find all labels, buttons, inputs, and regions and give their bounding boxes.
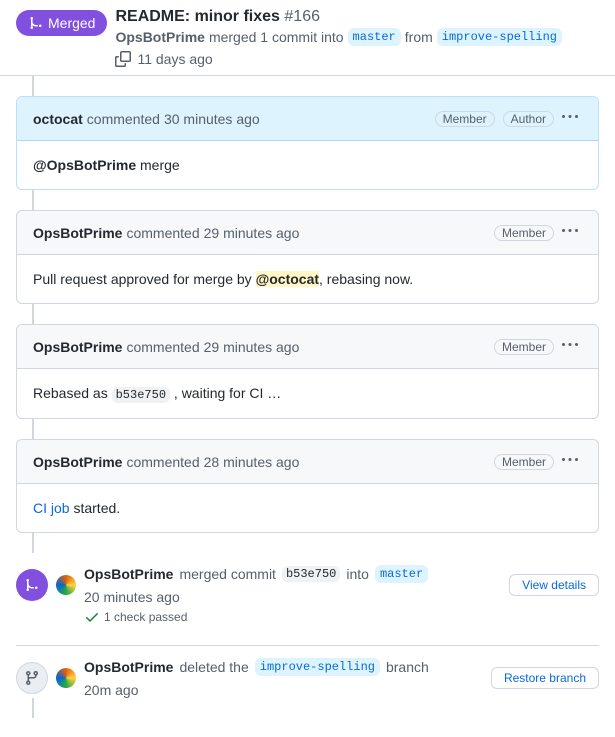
base-branch[interactable]: master <box>348 28 401 46</box>
timeline: octocat commented 30 minutes ago MemberA… <box>0 76 615 737</box>
pr-title: README: minor fixes #166 <box>115 8 599 26</box>
comment-header: octocat commented 30 minutes ago MemberA… <box>17 97 598 141</box>
restore-branch-button[interactable]: Restore branch <box>491 667 599 689</box>
kebab-icon <box>562 452 578 468</box>
comment-user[interactable]: OpsBotPrime <box>33 225 122 241</box>
comment-time[interactable]: 29 minutes ago <box>204 225 300 241</box>
comment: octocat commented 30 minutes ago MemberA… <box>16 96 599 190</box>
comment-body: @OpsBotPrime merge <box>17 141 598 189</box>
event-user[interactable]: OpsBotPrime <box>84 566 173 582</box>
commit-sha[interactable]: b53e750 <box>282 566 340 582</box>
comment-body: CI job started. <box>17 484 598 532</box>
head-branch[interactable]: improve-spelling <box>437 28 562 46</box>
merge-event: OpsBotPrime merged commit b53e750 into m… <box>16 553 599 605</box>
avatar[interactable] <box>56 575 76 595</box>
state-label: Merged <box>48 15 95 31</box>
state-badge-merged: Merged <box>16 10 107 36</box>
view-details-button[interactable]: View details <box>509 574 599 596</box>
pr-header: Merged README: minor fixes #166 OpsBotPr… <box>0 0 615 76</box>
delete-event-badge <box>16 662 48 694</box>
actor-link[interactable]: OpsBotPrime <box>115 29 204 45</box>
event-user[interactable]: OpsBotPrime <box>84 659 173 675</box>
comment-menu-button[interactable] <box>558 219 582 246</box>
comment-time[interactable]: 28 minutes ago <box>204 454 300 470</box>
comment-header: OpsBotPrime commented 29 minutes ago Mem… <box>17 325 598 369</box>
comment-user[interactable]: octocat <box>33 111 83 127</box>
comment-time[interactable]: 30 minutes ago <box>164 111 260 127</box>
avatar[interactable] <box>56 668 76 688</box>
kebab-icon <box>562 337 578 353</box>
comment: OpsBotPrime commented 29 minutes ago Mem… <box>16 210 599 304</box>
git-branch-icon <box>24 670 40 686</box>
git-merge-icon <box>28 15 44 31</box>
check-icon <box>84 609 100 625</box>
comment: OpsBotPrime commented 28 minutes ago Mem… <box>16 439 599 533</box>
git-merge-icon <box>24 577 40 593</box>
comment: OpsBotPrime commented 29 minutes ago Mem… <box>16 324 599 419</box>
role-badge: Author <box>503 111 554 127</box>
role-badge: Member <box>494 454 554 470</box>
role-badge: Member <box>494 339 554 355</box>
comment-user[interactable]: OpsBotPrime <box>33 454 122 470</box>
copy-branch-button[interactable] <box>115 50 131 67</box>
comment-body: Rebased as b53e750 , waiting for CI … <box>17 369 598 418</box>
delete-time: 20m ago <box>84 682 138 698</box>
checks-summary[interactable]: 1 check passed <box>84 609 599 625</box>
comment-header: OpsBotPrime commented 28 minutes ago Mem… <box>17 440 598 484</box>
merge-event-badge <box>16 569 48 601</box>
comment-header: OpsBotPrime commented 29 minutes ago Mem… <box>17 211 598 255</box>
comment-menu-button[interactable] <box>558 333 582 360</box>
role-badge: Member <box>435 111 495 127</box>
merge-time: 20 minutes ago <box>84 589 180 605</box>
kebab-icon <box>562 223 578 239</box>
pr-number: #166 <box>284 8 320 25</box>
delete-branch-event: OpsBotPrime deleted the improve-spelling… <box>16 646 599 698</box>
comment-user[interactable]: OpsBotPrime <box>33 339 122 355</box>
comment-time[interactable]: 29 minutes ago <box>204 339 300 355</box>
merge-target-branch[interactable]: master <box>375 565 428 583</box>
kebab-icon <box>562 109 578 125</box>
pr-subtitle: OpsBotPrime merged 1 commit into master … <box>115 28 599 67</box>
comment-menu-button[interactable] <box>558 105 582 132</box>
pr-time: 11 days ago <box>137 51 212 67</box>
comment-body: Pull request approved for merge by @octo… <box>17 255 598 303</box>
role-badge: Member <box>494 225 554 241</box>
comment-menu-button[interactable] <box>558 448 582 475</box>
deleted-branch[interactable]: improve-spelling <box>255 658 380 676</box>
